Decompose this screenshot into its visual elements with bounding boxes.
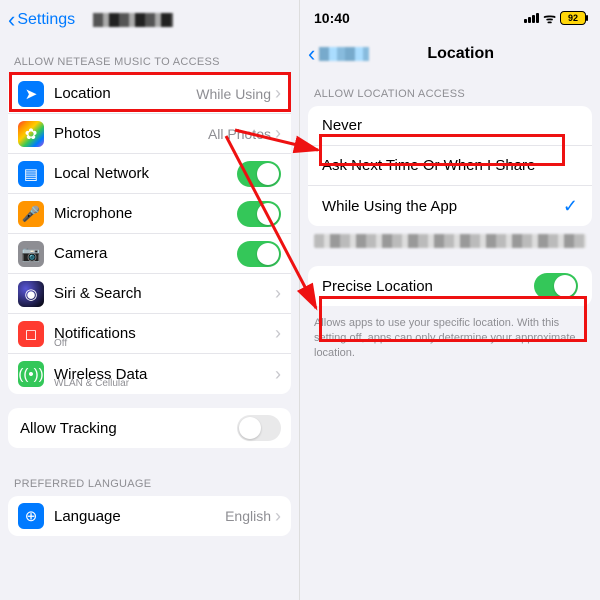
row-label: Precise Location [322,278,534,295]
network-icon: ▤ [18,161,44,187]
back-label[interactable]: Settings [17,11,75,29]
option-ask-next-time[interactable]: Ask Next Time Or When I Share [308,146,592,186]
row-label: Microphone [54,205,237,222]
row-camera[interactable]: 📷 Camera [8,234,291,274]
row-label: Siri & Search [54,285,271,302]
option-never[interactable]: Never [308,106,592,146]
row-notifications[interactable]: ◻ Notifications Off › [8,314,291,354]
battery-icon: 92 [560,11,586,25]
chevron-right-icon: › [275,283,281,304]
row-microphone[interactable]: 🎤 Microphone [8,194,291,234]
row-value: English [225,508,271,524]
row-location[interactable]: ➤ Location While Using › [8,74,291,114]
option-while-using[interactable]: While Using the App ✓ [308,186,592,226]
row-value: All Photos [208,126,271,142]
siri-icon: ◉ [18,281,44,307]
permissions-group: ➤ Location While Using › ✿ Photos All Ph… [8,74,291,394]
camera-toggle[interactable] [237,241,281,267]
explanation-obscured [314,234,586,248]
section-allow-access: ALLOW NETEASE MUSIC TO ACCESS [0,40,299,74]
left-nav-header: ‹ Settings [0,0,299,40]
precise-location-toggle[interactable] [534,273,578,299]
row-label: Notifications [54,325,271,342]
camera-icon: 📷 [18,241,44,267]
wifi-icon: ᯤ [543,9,556,28]
row-siri[interactable]: ◉ Siri & Search › [8,274,291,314]
back-chevron-icon[interactable]: ‹ [8,7,15,33]
microphone-toggle[interactable] [237,201,281,227]
chevron-right-icon: › [275,364,281,385]
row-label: Language [54,508,225,525]
row-photos[interactable]: ✿ Photos All Photos › [8,114,291,154]
row-label: Photos [54,125,208,142]
right-nav-header: ‹ Location [300,36,600,72]
back-chevron-icon[interactable]: ‹ [308,41,315,67]
notifications-icon: ◻ [18,321,44,347]
row-sublabel: Off [54,338,67,349]
row-allow-tracking[interactable]: Allow Tracking [8,408,291,448]
row-sublabel: WLAN & Cellular [54,378,129,389]
row-precise-location[interactable]: Precise Location [308,266,592,306]
chevron-right-icon: › [275,123,281,144]
tracking-toggle[interactable] [237,415,281,441]
cellular-signal-icon [524,13,539,23]
precise-location-group: Precise Location [308,266,592,306]
app-name-obscured [93,13,173,27]
status-bar: 10:40 ᯤ 92 [300,0,600,36]
row-local-network[interactable]: ▤ Local Network [8,154,291,194]
language-group: ⊕ Language English › [8,496,291,536]
row-label: Camera [54,245,237,262]
photos-icon: ✿ [18,121,44,147]
row-label: Location [54,85,196,102]
precise-location-description: Allows apps to use your specific locatio… [300,310,600,367]
row-wireless-data[interactable]: ((•)) Wireless Data WLAN & Cellular › [8,354,291,394]
back-label-obscured[interactable] [319,47,369,61]
checkmark-icon: ✓ [563,196,578,217]
section-allow-location: ALLOW LOCATION ACCESS [300,72,600,106]
option-label: Ask Next Time Or When I Share [322,157,578,174]
chevron-right-icon: › [275,83,281,104]
location-options-group: Never Ask Next Time Or When I Share Whil… [308,106,592,226]
row-value: While Using [196,86,271,102]
row-label: Allow Tracking [20,420,237,437]
chevron-right-icon: › [275,323,281,344]
microphone-icon: 🎤 [18,201,44,227]
row-language[interactable]: ⊕ Language English › [8,496,291,536]
option-label: Never [322,117,578,134]
tracking-group: Allow Tracking [8,408,291,448]
row-label: Local Network [54,165,237,182]
local-network-toggle[interactable] [237,161,281,187]
option-label: While Using the App [322,198,563,215]
page-title: Location [369,45,552,63]
language-icon: ⊕ [18,503,44,529]
settings-app-permissions-panel: ‹ Settings ALLOW NETEASE MUSIC TO ACCESS… [0,0,300,600]
section-preferred-language: PREFERRED LANGUAGE [0,462,299,496]
chevron-right-icon: › [275,506,281,527]
wireless-data-icon: ((•)) [18,361,44,387]
location-settings-panel: 10:40 ᯤ 92 ‹ Location ALLOW LOCATION ACC… [300,0,600,600]
location-icon: ➤ [18,81,44,107]
status-time: 10:40 [314,10,350,26]
